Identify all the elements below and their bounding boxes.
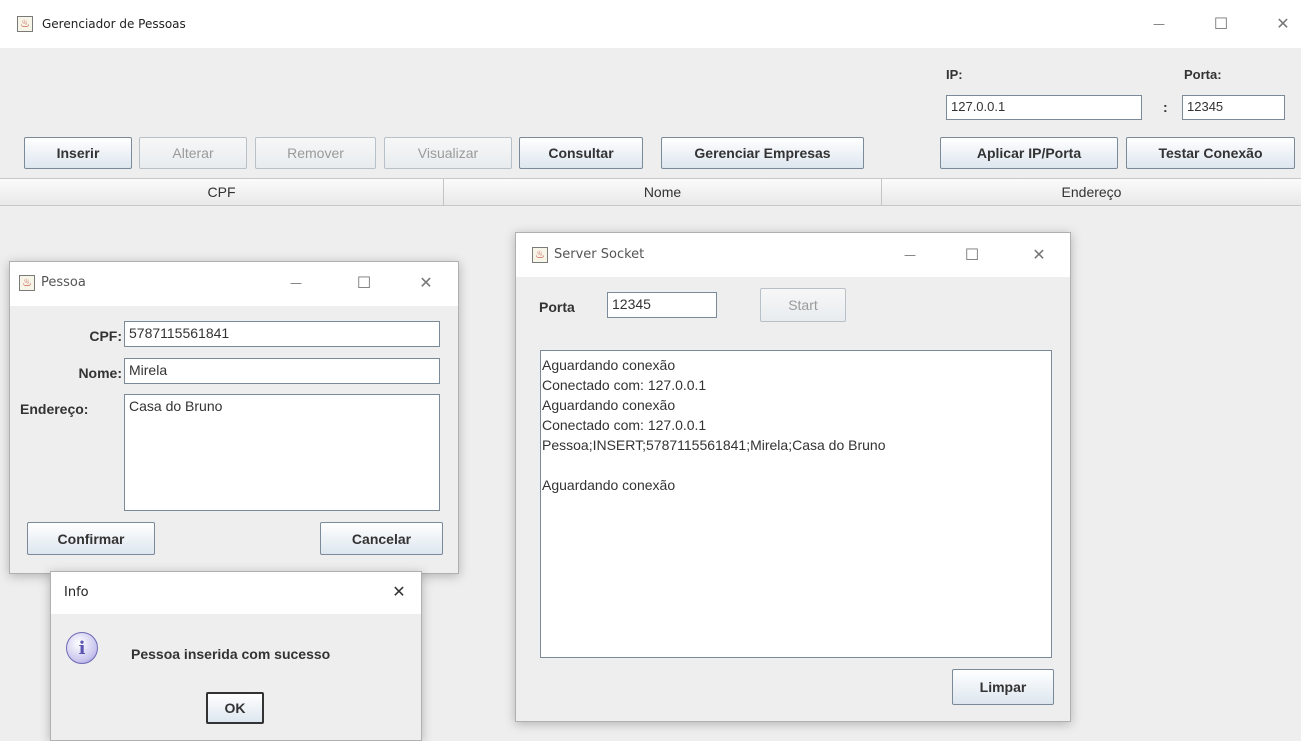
main-window-title: Gerenciador de Pessoas (42, 17, 186, 31)
info-glyph: i (78, 637, 86, 659)
inserir-button[interactable]: Inserir (24, 137, 132, 169)
endereco-label: Endereço: (20, 401, 89, 417)
maximize-icon[interactable]: ☐ (957, 243, 987, 267)
maximize-icon[interactable]: ☐ (349, 271, 379, 295)
limpar-button[interactable]: Limpar (952, 669, 1054, 705)
minimize-icon[interactable]: — (281, 271, 311, 295)
log-line: Pessoa;INSERT;5787115561841;Mirela;Casa … (542, 437, 886, 453)
ip-field[interactable]: 127.0.0.1 (946, 95, 1142, 120)
column-header-endereco[interactable]: Endereço (882, 179, 1301, 205)
log-line: Aguardando conexão (542, 357, 676, 373)
server-socket-window: ♨ Server Socket — ☐ ✕ Porta 12345 Start … (515, 232, 1071, 722)
info-titlebar: Info ✕ (51, 572, 421, 614)
nome-field[interactable]: Mirela (124, 358, 440, 384)
pessoa-dialog: ♨ Pessoa — ☐ ✕ CPF: 5787115561841 Nome: … (9, 261, 459, 574)
table-header: CPF Nome Endereço (0, 178, 1301, 206)
info-message: Pessoa inserida com sucesso (131, 646, 331, 662)
close-icon[interactable]: ✕ (384, 580, 414, 604)
cancelar-button[interactable]: Cancelar (320, 522, 443, 555)
port-field[interactable]: 12345 (1182, 95, 1285, 120)
consultar-button[interactable]: Consultar (519, 137, 643, 169)
ip-label: IP: (946, 67, 963, 82)
java-app-icon: ♨ (532, 247, 548, 263)
pessoa-titlebar: ♨ Pessoa — ☐ ✕ (10, 262, 458, 306)
log-line: Aguardando conexão (542, 397, 676, 413)
column-header-nome[interactable]: Nome (444, 179, 882, 205)
info-dialog: Info ✕ i Pessoa inserida com sucesso OK (50, 571, 422, 741)
gerenciar-empresas-button[interactable]: Gerenciar Empresas (661, 137, 864, 169)
log-line: Conectado com: 127.0.0.1 (542, 417, 707, 433)
testar-conexao-button[interactable]: Testar Conexão (1126, 137, 1295, 169)
server-window-title: Server Socket (554, 247, 645, 262)
endereco-textarea[interactable]: Casa do Bruno (124, 394, 440, 511)
column-header-cpf[interactable]: CPF (0, 179, 444, 205)
confirmar-button[interactable]: Confirmar (27, 522, 155, 555)
java-app-icon: ♨ (17, 16, 33, 32)
info-icon: i (66, 632, 98, 664)
minimize-icon[interactable]: — (895, 243, 925, 267)
server-port-label: Porta (539, 299, 575, 315)
cpf-field[interactable]: 5787115561841 (124, 321, 440, 347)
log-line: Conectado com: 127.0.0.1 (542, 377, 707, 393)
start-button[interactable]: Start (760, 288, 846, 322)
alterar-button[interactable]: Alterar (139, 137, 247, 169)
log-area[interactable]: Aguardando conexão Conectado com: 127.0.… (540, 350, 1052, 658)
aplicar-ip-porta-button[interactable]: Aplicar IP/Porta (940, 137, 1118, 169)
close-icon[interactable]: ✕ (1024, 243, 1054, 267)
remover-button[interactable]: Remover (255, 137, 376, 169)
maximize-icon[interactable]: ☐ (1206, 12, 1236, 36)
ok-button[interactable]: OK (206, 692, 264, 724)
cpf-label: CPF: (89, 328, 122, 344)
minimize-icon[interactable]: — (1144, 12, 1174, 36)
visualizar-button[interactable]: Visualizar (384, 137, 512, 169)
port-colon: : (1163, 99, 1168, 115)
close-icon[interactable]: ✕ (411, 271, 441, 295)
close-icon[interactable]: ✕ (1268, 12, 1298, 36)
port-label: Porta: (1184, 67, 1222, 82)
java-app-icon: ♨ (19, 275, 35, 291)
info-dialog-title: Info (64, 585, 89, 600)
main-titlebar: ♨ Gerenciador de Pessoas — ☐ ✕ (0, 0, 1301, 48)
nome-label: Nome: (78, 365, 122, 381)
server-titlebar: ♨ Server Socket — ☐ ✕ (516, 233, 1070, 277)
pessoa-dialog-title: Pessoa (41, 275, 86, 290)
server-port-field[interactable]: 12345 (607, 292, 717, 318)
log-line: Aguardando conexão (542, 477, 676, 493)
